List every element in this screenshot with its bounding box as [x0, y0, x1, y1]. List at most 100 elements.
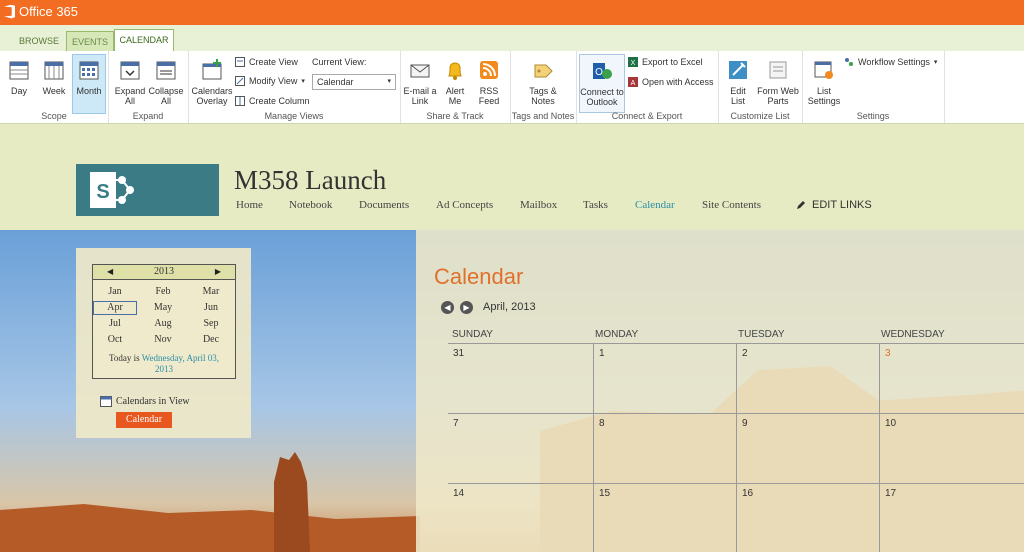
group-label-customize-list: Customize List — [730, 111, 790, 121]
alert-me-button[interactable]: Alert Me — [440, 59, 470, 106]
calendars-overlay-icon — [202, 59, 222, 80]
month-nov[interactable]: Nov — [141, 333, 185, 347]
month-oct[interactable]: Oct — [93, 333, 137, 347]
collapse-all-icon — [156, 61, 176, 80]
create-column-button[interactable]: Create Column — [235, 96, 310, 106]
form-web-parts-button[interactable]: Form Web Parts — [756, 59, 800, 106]
day-cell[interactable]: 7 — [448, 413, 593, 484]
month-apr[interactable]: Apr — [93, 301, 137, 315]
nav-ad-concepts[interactable]: Ad Concepts — [436, 199, 493, 211]
nav-documents[interactable]: Documents — [359, 199, 409, 211]
nav-notebook[interactable]: Notebook — [289, 199, 332, 211]
month-jul[interactable]: Jul — [93, 317, 137, 331]
chevron-down-icon: ▾ — [387, 78, 391, 85]
svg-text:S: S — [96, 181, 109, 203]
day-cell[interactable]: 10 — [879, 413, 1024, 484]
group-tags-notes: Tags & Notes Tags and Notes — [510, 51, 577, 123]
today-link[interactable]: Wednesday, April 03, — [142, 353, 219, 363]
edit-links-button[interactable]: EDIT LINKS — [796, 199, 872, 211]
svg-text:X: X — [631, 60, 636, 67]
group-label-scope: Scope — [41, 111, 67, 121]
nav-home[interactable]: Home — [236, 199, 263, 211]
create-view-button[interactable]: Create View — [235, 57, 298, 67]
collapse-all-button[interactable]: Collapse All — [148, 59, 184, 106]
month-dec[interactable]: Dec — [189, 333, 233, 347]
group-settings: List Settings Workflow Settings ▾ Settin… — [802, 51, 945, 123]
nav-mailbox[interactable]: Mailbox — [520, 199, 557, 211]
nav-site-contents[interactable]: Site Contents — [702, 199, 761, 211]
pencil-icon — [797, 201, 805, 209]
create-column-icon — [235, 96, 245, 106]
day-cell[interactable]: 2 — [736, 343, 880, 414]
month-mar[interactable]: Mar — [189, 285, 233, 299]
envelope-icon — [410, 64, 430, 78]
next-month-icon[interactable]: ▶ — [460, 301, 473, 314]
group-connect-export: O Connect to Outlook X Export to Excel A… — [576, 51, 719, 123]
day-cell[interactable]: 9 — [736, 413, 880, 484]
day-cell[interactable]: 14 — [448, 483, 593, 552]
day-cell[interactable]: 16 — [736, 483, 880, 552]
day-button[interactable]: Day — [4, 59, 34, 96]
month-jan[interactable]: Jan — [93, 285, 137, 299]
workflow-icon — [845, 58, 853, 66]
workflow-settings-button[interactable]: Workflow Settings ▾ — [844, 57, 937, 67]
site-header: S M358 Launch Home Notebook Documents Ad… — [0, 124, 1024, 230]
ribbon: Day Week Month Scope Expand All Collapse… — [0, 51, 1024, 124]
calendar-overlay-chip[interactable]: Calendar — [116, 412, 172, 428]
list-settings-button[interactable]: List Settings — [806, 59, 842, 106]
modify-view-button[interactable]: Modify View ▾ — [235, 76, 305, 86]
group-customize-list: Edit List Form Web Parts Customize List — [718, 51, 803, 123]
mini-calendar-year: 2013 — [154, 266, 174, 277]
month-jun[interactable]: Jun — [189, 301, 233, 315]
week-button[interactable]: Week — [38, 59, 70, 96]
office365-brand[interactable]: Office 365 — [4, 4, 78, 19]
group-share-track: E-mail a Link Alert Me RSS Feed Share & … — [400, 51, 511, 123]
rss-icon — [480, 61, 498, 79]
nav-tasks[interactable]: Tasks — [583, 199, 608, 211]
day-cell[interactable]: 15 — [593, 483, 737, 552]
edit-list-button[interactable]: Edit List — [724, 59, 752, 106]
site-title[interactable]: M358 Launch — [234, 165, 386, 196]
day-cell[interactable]: 8 — [593, 413, 737, 484]
nav-calendar[interactable]: Calendar — [635, 199, 675, 211]
current-view-select[interactable]: Calendar ▾ — [312, 74, 396, 90]
month-aug[interactable]: Aug — [141, 317, 185, 331]
group-label-tags-notes: Tags and Notes — [511, 111, 575, 121]
calendars-overlay-button[interactable]: Calendars Overlay — [190, 59, 234, 106]
month-sep[interactable]: Sep — [189, 317, 233, 331]
day-cell[interactable]: 17 — [879, 483, 1024, 552]
expand-all-button[interactable]: Expand All — [114, 59, 146, 106]
day-header-wednesday: WEDNESDAY — [881, 329, 945, 340]
day-cell[interactable]: 31 — [448, 343, 593, 414]
tab-browse[interactable]: BROWSE — [14, 31, 64, 51]
email-link-button[interactable]: E-mail a Link — [402, 59, 438, 106]
rss-feed-button[interactable]: RSS Feed — [474, 59, 504, 106]
month-button[interactable]: Month — [72, 54, 106, 114]
sharepoint-logo-icon: S — [90, 172, 134, 208]
day-header-sunday: SUNDAY — [452, 329, 493, 340]
group-scope: Day Week Month Scope — [0, 51, 109, 123]
open-access-button[interactable]: A Open with Access — [628, 77, 714, 87]
month-may[interactable]: May — [141, 301, 185, 315]
month-view-icon — [79, 61, 99, 80]
prev-month-icon[interactable]: ◀ — [441, 301, 454, 314]
ribbon-tab-bar: BROWSE EVENTS CALENDAR — [0, 25, 1024, 53]
office-logo-icon — [4, 4, 15, 19]
export-excel-button[interactable]: X Export to Excel — [628, 57, 703, 67]
tags-notes-button[interactable]: Tags & Notes — [524, 59, 562, 106]
excel-icon: X — [628, 57, 638, 67]
svg-text:O: O — [595, 67, 603, 78]
bell-icon — [448, 62, 462, 80]
outlook-icon: O — [593, 63, 612, 79]
day-cell-today[interactable]: 3 — [879, 343, 1024, 414]
next-year-icon[interactable]: ▶ — [215, 265, 221, 279]
group-label-share-track: Share & Track — [426, 111, 484, 121]
prev-year-icon[interactable]: ◀ — [107, 265, 113, 279]
tab-calendar[interactable]: CALENDAR — [114, 29, 174, 53]
today-link-year[interactable]: 2013 — [155, 364, 173, 374]
day-cell[interactable]: 1 — [593, 343, 737, 414]
site-logo[interactable]: S — [76, 164, 219, 216]
tab-events[interactable]: EVENTS — [66, 31, 114, 52]
connect-outlook-button[interactable]: O Connect to Outlook — [579, 54, 625, 113]
month-feb[interactable]: Feb — [141, 285, 185, 299]
